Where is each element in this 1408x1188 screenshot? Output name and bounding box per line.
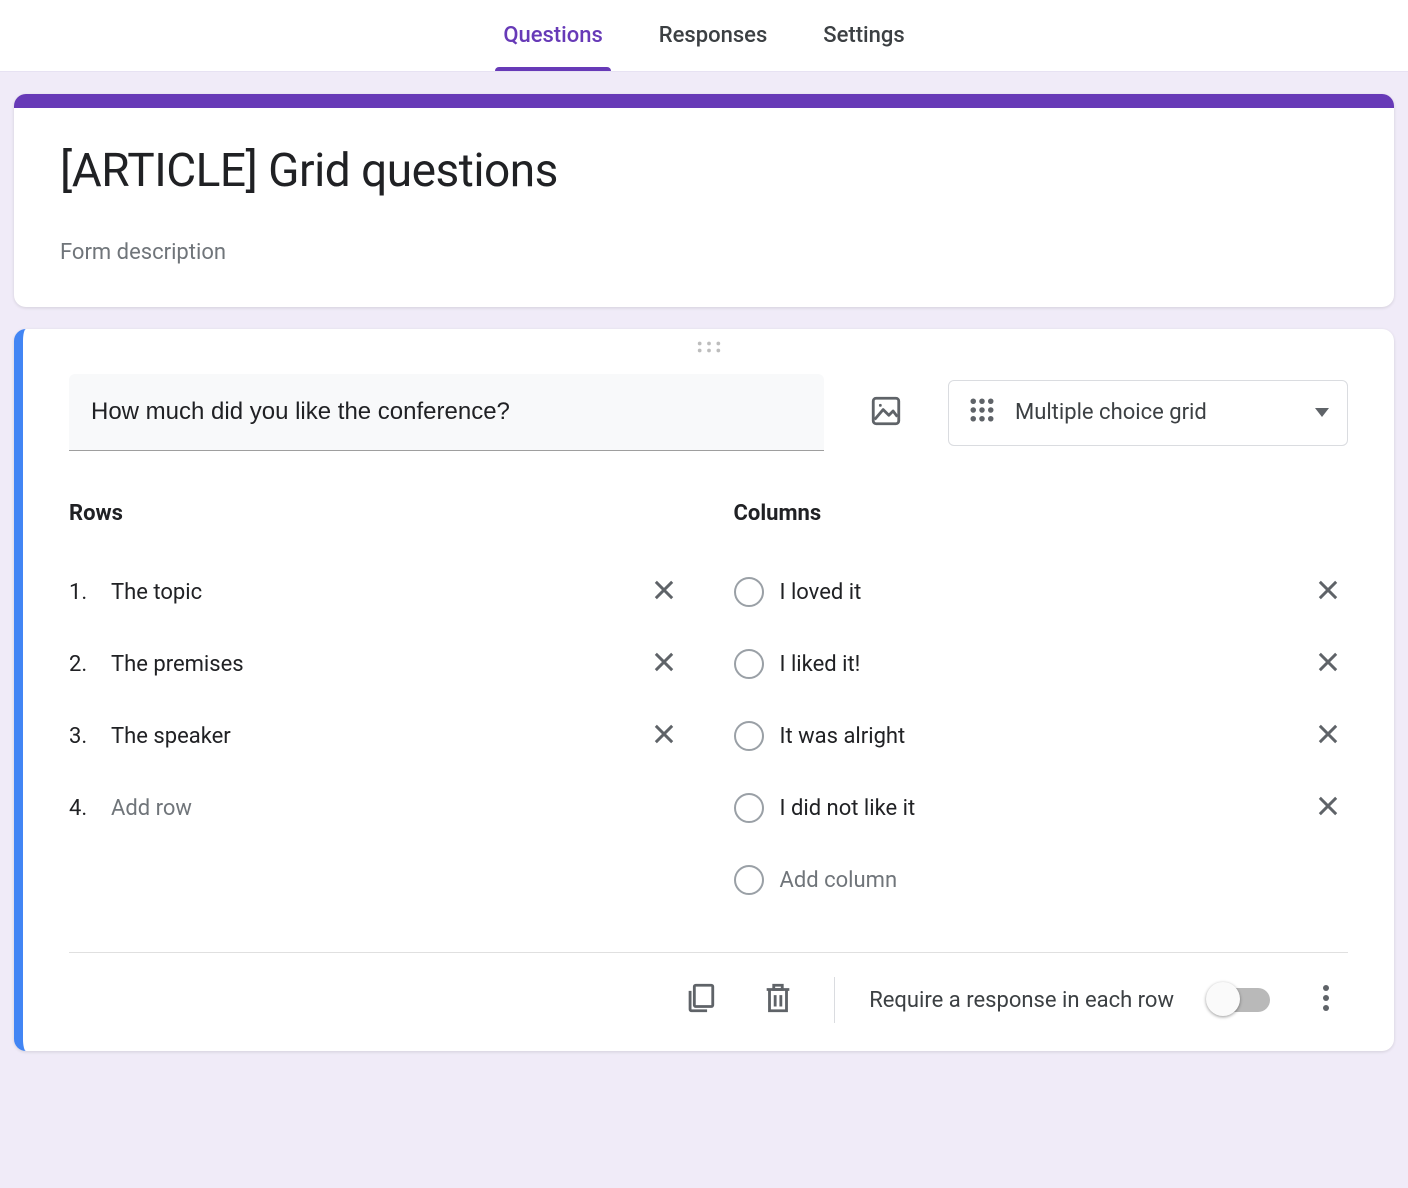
question-type-label: Multiple choice grid bbox=[1015, 400, 1297, 425]
tab-responses[interactable]: Responses bbox=[651, 1, 775, 70]
row-number: 2. bbox=[69, 652, 95, 677]
drag-handle-icon[interactable] bbox=[69, 329, 1348, 374]
add-row-item[interactable]: 4. Add row bbox=[69, 772, 684, 844]
add-column-item[interactable]: Add column bbox=[734, 844, 1349, 916]
close-icon bbox=[650, 720, 678, 752]
column-item: I did not like it bbox=[734, 772, 1349, 844]
image-icon bbox=[869, 394, 903, 432]
question-title-input[interactable] bbox=[69, 374, 824, 451]
radio-icon bbox=[734, 865, 764, 895]
question-card: Multiple choice grid Rows 1. The topic 2… bbox=[14, 329, 1394, 1051]
column-item: It was alright bbox=[734, 700, 1349, 772]
column-label[interactable]: I did not like it bbox=[780, 796, 1293, 821]
delete-button[interactable] bbox=[756, 978, 800, 1022]
remove-row-button[interactable] bbox=[644, 716, 684, 756]
close-icon bbox=[1314, 576, 1342, 608]
chevron-down-icon bbox=[1315, 408, 1329, 417]
form-title[interactable]: [ARTICLE] Grid questions bbox=[60, 144, 1348, 198]
close-icon bbox=[1314, 792, 1342, 824]
remove-column-button[interactable] bbox=[1308, 788, 1348, 828]
radio-icon bbox=[734, 721, 764, 751]
columns-section: Columns I loved it I liked it! bbox=[734, 501, 1349, 916]
remove-column-button[interactable] bbox=[1308, 572, 1348, 612]
rows-section: Rows 1. The topic 2. The premises bbox=[69, 501, 684, 916]
more-options-button[interactable] bbox=[1304, 978, 1348, 1022]
radio-icon bbox=[734, 649, 764, 679]
column-item: I loved it bbox=[734, 556, 1349, 628]
row-label[interactable]: The premises bbox=[111, 652, 628, 677]
tab-questions[interactable]: Questions bbox=[495, 1, 610, 70]
question-footer: Require a response in each row bbox=[69, 953, 1348, 1023]
column-label[interactable]: I liked it! bbox=[780, 652, 1293, 677]
duplicate-icon bbox=[683, 981, 717, 1019]
remove-row-button[interactable] bbox=[644, 572, 684, 612]
row-label[interactable]: The topic bbox=[111, 580, 628, 605]
row-number: 3. bbox=[69, 724, 95, 749]
tab-bar: Questions Responses Settings bbox=[0, 0, 1408, 72]
column-label[interactable]: It was alright bbox=[780, 724, 1293, 749]
add-image-button[interactable] bbox=[860, 387, 912, 439]
remove-row-button[interactable] bbox=[644, 644, 684, 684]
kebab-icon bbox=[1322, 984, 1330, 1016]
columns-heading: Columns bbox=[734, 501, 1349, 526]
form-description[interactable]: Form description bbox=[60, 240, 1348, 265]
column-label[interactable]: I loved it bbox=[780, 580, 1293, 605]
close-icon bbox=[1314, 720, 1342, 752]
question-type-select[interactable]: Multiple choice grid bbox=[948, 380, 1348, 446]
radio-icon bbox=[734, 793, 764, 823]
row-item: 1. The topic bbox=[69, 556, 684, 628]
require-toggle[interactable] bbox=[1208, 988, 1270, 1012]
radio-icon bbox=[734, 577, 764, 607]
form-header-card: [ARTICLE] Grid questions Form descriptio… bbox=[14, 94, 1394, 307]
close-icon bbox=[650, 576, 678, 608]
require-label: Require a response in each row bbox=[869, 988, 1174, 1013]
trash-icon bbox=[761, 981, 795, 1019]
duplicate-button[interactable] bbox=[678, 978, 722, 1022]
row-item: 2. The premises bbox=[69, 628, 684, 700]
column-item: I liked it! bbox=[734, 628, 1349, 700]
tab-settings[interactable]: Settings bbox=[815, 1, 912, 70]
remove-column-button[interactable] bbox=[1308, 716, 1348, 756]
close-icon bbox=[650, 648, 678, 680]
grid-icon bbox=[967, 395, 997, 431]
row-number: 4. bbox=[69, 796, 95, 821]
close-icon bbox=[1314, 648, 1342, 680]
add-column-placeholder: Add column bbox=[780, 868, 1349, 893]
remove-column-button[interactable] bbox=[1308, 644, 1348, 684]
rows-heading: Rows bbox=[69, 501, 684, 526]
separator bbox=[834, 977, 835, 1023]
row-item: 3. The speaker bbox=[69, 700, 684, 772]
row-label[interactable]: The speaker bbox=[111, 724, 628, 749]
add-row-placeholder: Add row bbox=[111, 796, 684, 821]
row-number: 1. bbox=[69, 580, 95, 605]
